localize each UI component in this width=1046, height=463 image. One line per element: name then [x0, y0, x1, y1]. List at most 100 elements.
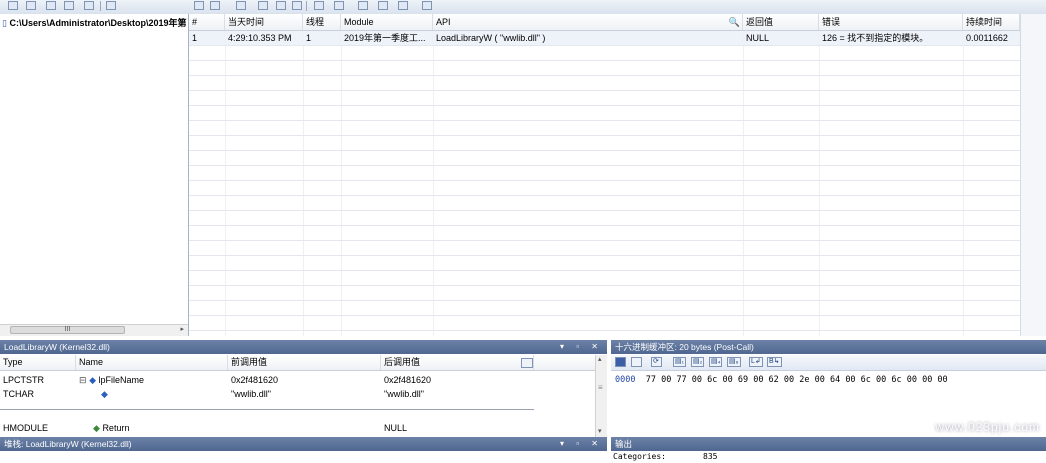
- stack-pane: [0, 451, 607, 463]
- column-header-duration[interactable]: 持续时间: [963, 14, 1020, 30]
- byte-view-1-icon[interactable]: ▤₁: [673, 357, 686, 367]
- hex-dump-line: 0000 77 00 77 00 6c 00 69 00 62 00 2e 00…: [615, 375, 948, 385]
- empty-table-row: [189, 46, 1020, 61]
- column-header-pre[interactable]: 前调用值: [228, 355, 381, 370]
- tree-root-path: C:\Users\Administrator\Desktop\2019年第: [9, 18, 187, 28]
- empty-table-row: [189, 151, 1020, 166]
- scrollbar-thumb[interactable]: ≡: [598, 383, 603, 392]
- new-icon[interactable]: [8, 1, 18, 10]
- empty-table-row: [189, 91, 1020, 106]
- filter-icon[interactable]: [26, 1, 36, 10]
- add-icon[interactable]: [334, 1, 344, 10]
- window-icon[interactable]: [106, 1, 116, 10]
- column-header-api[interactable]: API 🔍: [433, 14, 743, 30]
- empty-table-row: [189, 166, 1020, 181]
- tree-horizontal-scrollbar[interactable]: III ▸: [0, 324, 188, 336]
- options-icon[interactable]: [378, 1, 388, 10]
- table-row[interactable]: 1 4:29:10.353 PM 1 2019年第一季度工... LoadLib…: [189, 31, 1020, 46]
- copy-icon[interactable]: [631, 357, 642, 367]
- hex-bytes: 77 00 77 00 6c 00 69 00 62 00 2e 00 64 0…: [645, 375, 948, 385]
- column-header-thread[interactable]: 线程: [303, 14, 341, 30]
- process-tree: ▯ C:\Users\Administrator\Desktop\2019年第 …: [0, 14, 189, 336]
- empty-table-row: [189, 256, 1020, 271]
- param-pre-value: 0x2f481620: [231, 375, 279, 385]
- empty-table-row: [189, 211, 1020, 226]
- stack-pane-title: 堆栈: LoadLibraryW (Kernel32.dll) ▾ ▫ ✕: [0, 437, 607, 451]
- empty-table-row: [189, 316, 1020, 331]
- param-icon: ◆: [101, 389, 108, 399]
- capture-icon[interactable]: [292, 1, 302, 10]
- param-type: TCHAR: [3, 389, 34, 399]
- byte-view-4-icon[interactable]: ▤₄: [709, 357, 723, 367]
- empty-table-row: [189, 136, 1020, 151]
- column-header-type[interactable]: Type: [0, 355, 76, 370]
- empty-table-row: [189, 241, 1020, 256]
- help-icon[interactable]: [398, 1, 408, 10]
- empty-table-row: [189, 181, 1020, 196]
- view-toggle-icon[interactable]: [521, 358, 533, 368]
- param-type: HMODULE: [3, 423, 49, 433]
- column-header-name[interactable]: Name: [76, 355, 228, 370]
- cell-module: 2019年第一季度工...: [341, 31, 433, 45]
- param-pre-value: "wwlib.dll": [231, 389, 271, 399]
- monitor-icon[interactable]: [46, 1, 56, 10]
- params-header: Type Name 前调用值 后调用值: [0, 355, 595, 371]
- param-name: lpFileName: [98, 375, 145, 385]
- empty-table-row: [189, 196, 1020, 211]
- scrollbar-thumb[interactable]: III: [10, 326, 125, 334]
- output-value: 835: [703, 452, 718, 461]
- process-icon[interactable]: [64, 1, 74, 10]
- param-row[interactable]: LPCTSTR ⊟ ◆ lpFileName 0x2f481620 0x2f48…: [0, 373, 595, 387]
- cell-num: 1: [189, 31, 225, 45]
- byte-view-8-icon[interactable]: ▤₈: [727, 357, 741, 367]
- refresh-icon[interactable]: ⟳: [651, 357, 662, 367]
- redirect-icon[interactable]: [276, 1, 286, 10]
- scroll-down-icon[interactable]: ▾: [598, 427, 602, 435]
- cell-time: 4:29:10.353 PM: [225, 31, 303, 45]
- param-pre-value: [228, 421, 381, 435]
- layout-icon[interactable]: [258, 1, 268, 10]
- output-pane-title: 输出: [611, 437, 1046, 451]
- grid-side-panel: [1020, 14, 1046, 336]
- scroll-up-icon[interactable]: ▴: [598, 355, 602, 363]
- params-pane: Type Name 前调用值 后调用值 LPCTSTR ⊟ ◆ lpFileNa…: [0, 355, 607, 437]
- column-header-error[interactable]: 错误: [819, 14, 963, 30]
- arrow-icon[interactable]: [194, 1, 204, 10]
- pane-controls[interactable]: ▾ ▫ ✕: [560, 340, 603, 354]
- param-name-cell: ◆: [76, 387, 228, 401]
- grid-icon[interactable]: [236, 1, 246, 10]
- params-vertical-scrollbar[interactable]: ▴ ≡ ▾: [595, 355, 607, 437]
- param-icon: ◆: [89, 375, 96, 385]
- scroll-right-icon[interactable]: ▸: [180, 325, 184, 333]
- list-icon[interactable]: [84, 1, 94, 10]
- column-header-module[interactable]: Module: [341, 14, 433, 30]
- param-name-cell: ◆ Return: [76, 421, 228, 435]
- cell-api: LoadLibraryW ( "wwlib.dll" ): [433, 31, 743, 45]
- export-icon[interactable]: [358, 1, 368, 10]
- binoculars-icon[interactable]: [210, 1, 220, 10]
- column-header-num[interactable]: #: [189, 14, 225, 30]
- byte-view-2-icon[interactable]: ▤₂: [691, 357, 705, 367]
- settings-icon[interactable]: [422, 1, 432, 10]
- pane-controls[interactable]: ▾ ▫ ✕: [560, 437, 603, 451]
- column-header-return[interactable]: 返回值: [743, 14, 819, 30]
- empty-table-row: [189, 301, 1020, 316]
- expand-icon[interactable]: ⊟: [79, 375, 87, 385]
- search-icon[interactable]: 🔍: [729, 14, 740, 30]
- param-row[interactable]: TCHAR ◆ "wwlib.dll" "wwlib.dll": [0, 387, 595, 401]
- toolbar-separator: [306, 1, 307, 11]
- column-header-time[interactable]: 当天时间: [225, 14, 303, 30]
- params-pane-title: LoadLibraryW (Kernel32.dll) ▾ ▫ ✕: [0, 340, 607, 354]
- little-endian-icon[interactable]: L↲: [749, 357, 763, 367]
- empty-table-row: [189, 226, 1020, 241]
- main-toolbar: [0, 0, 1046, 15]
- columns-icon[interactable]: [314, 1, 324, 10]
- big-endian-icon[interactable]: B↳: [767, 357, 782, 367]
- output-pane: Categories: 835: [611, 451, 1046, 463]
- param-row[interactable]: HMODULE ◆ Return NULL: [0, 421, 595, 435]
- empty-table-row: [189, 106, 1020, 121]
- column-header-post[interactable]: 后调用值: [381, 355, 534, 370]
- return-icon: ◆: [93, 423, 100, 433]
- tree-root-item[interactable]: ▯ C:\Users\Administrator\Desktop\2019年第: [2, 16, 187, 29]
- save-icon[interactable]: [615, 357, 626, 367]
